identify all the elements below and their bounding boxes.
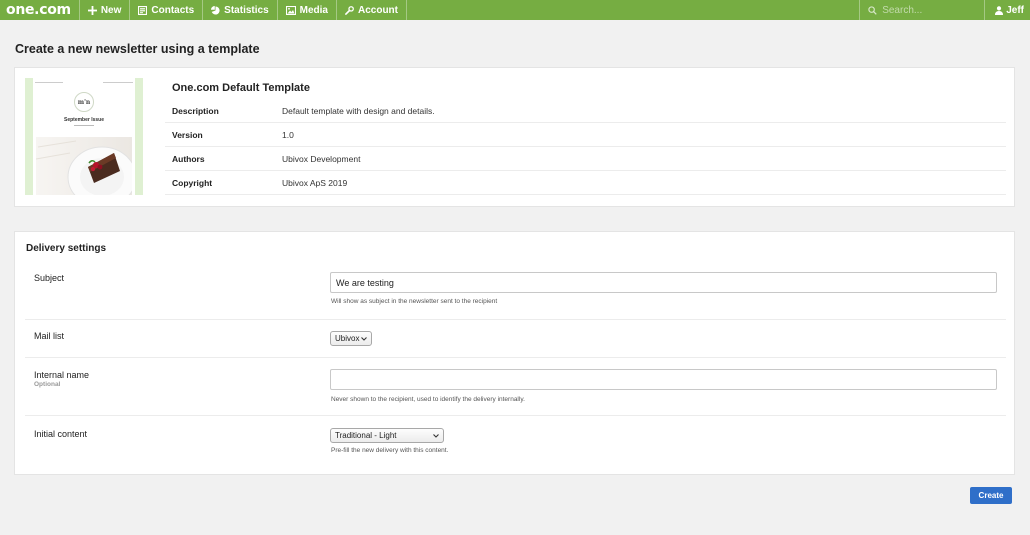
- chevron-down-icon: [433, 433, 439, 438]
- mail-list-label: Mail list: [34, 331, 65, 341]
- contacts-icon: [138, 5, 148, 15]
- template-thumbnail[interactable]: m'n September Issue: [25, 78, 143, 195]
- nav-item-media[interactable]: Media: [278, 0, 337, 20]
- nav-item-account[interactable]: Account: [337, 0, 407, 20]
- detail-key: Description: [172, 105, 219, 116]
- template-name: One.com Default Template: [172, 82, 310, 94]
- table-row: Copyright Ubivox ApS 2019: [165, 171, 1006, 195]
- wrench-icon: [345, 5, 354, 15]
- internal-name-optional: Optional: [34, 381, 61, 388]
- nav-item-label: Statistics: [224, 4, 269, 16]
- nav-item-new[interactable]: New: [80, 0, 131, 20]
- table-row: Description Default template with design…: [165, 99, 1006, 123]
- thumbnail-header-lines: [33, 78, 135, 85]
- nav-item-label: Contacts: [151, 4, 195, 16]
- detail-value: Default template with design and details…: [282, 105, 435, 116]
- subject-label: Subject: [34, 273, 65, 283]
- thumbnail-subtitle-line: [33, 124, 135, 127]
- initial-content-row: Initial content Traditional - Light Pre-…: [25, 416, 1006, 466]
- template-details-table: Description Default template with design…: [165, 99, 1006, 195]
- nav-item-label: Media: [299, 4, 328, 16]
- subject-help: Will show as subject in the newsletter s…: [331, 298, 498, 305]
- nav-item-contacts[interactable]: Contacts: [130, 0, 204, 20]
- detail-value: 1.0: [282, 129, 294, 140]
- top-nav: one.com New Contacts Statistics Media Ac…: [0, 0, 1030, 20]
- thumbnail-page: m'n September Issue: [33, 78, 137, 195]
- thumbnail-title: September Issue: [63, 117, 105, 123]
- nav-item-label: Account: [357, 4, 398, 16]
- user-name: Jeff: [1006, 4, 1024, 16]
- subject-input[interactable]: [330, 272, 997, 293]
- detail-key: Copyright: [172, 177, 213, 188]
- mail-list-selected: Ubivox: [335, 334, 360, 343]
- thumbnail-logo: m'n: [74, 92, 94, 112]
- nav-item-label: New: [100, 4, 122, 16]
- detail-value: Ubivox Development: [282, 153, 361, 164]
- thumbnail-cake-photo: [35, 137, 137, 195]
- initial-content-help: Pre-fill the new delivery with this cont…: [331, 447, 449, 454]
- initial-content-label: Initial content: [34, 429, 88, 439]
- detail-value: Ubivox ApS 2019: [282, 177, 348, 188]
- search-icon: [868, 5, 877, 15]
- user-menu[interactable]: Jeff: [985, 0, 1030, 20]
- template-card: m'n September Issue One.com Default Temp…: [14, 67, 1015, 207]
- table-row: Authors Ubivox Development: [165, 147, 1006, 171]
- create-button[interactable]: Create: [970, 487, 1012, 504]
- internal-name-label: Internal name: [34, 370, 90, 380]
- detail-key: Authors: [172, 153, 205, 164]
- initial-content-selected: Traditional - Light: [335, 431, 397, 440]
- table-row: Version 1.0: [165, 123, 1006, 147]
- page-title: Create a new newsletter using a template: [15, 42, 260, 56]
- image-icon: [285, 5, 296, 15]
- chevron-down-icon: [361, 336, 367, 341]
- delivery-settings-title: Delivery settings: [26, 243, 107, 254]
- plus-icon: [87, 5, 97, 15]
- pie-chart-icon: [211, 5, 220, 15]
- internal-name-input[interactable]: [330, 369, 997, 390]
- mail-list-row: Mail list Ubivox: [25, 320, 1006, 358]
- user-icon: [995, 5, 1004, 15]
- detail-key: Version: [172, 129, 203, 140]
- cake-plate-image: [35, 140, 137, 195]
- internal-name-help: Never shown to the recipient, used to id…: [331, 396, 525, 403]
- nav-item-statistics[interactable]: Statistics: [203, 0, 278, 20]
- initial-content-select[interactable]: Traditional - Light: [330, 428, 444, 443]
- search-input[interactable]: [882, 4, 973, 16]
- subject-row: Subject Will show as subject in the news…: [25, 264, 1006, 320]
- search-box[interactable]: [859, 0, 986, 20]
- internal-name-row: Internal name Optional Never shown to th…: [25, 358, 1006, 416]
- delivery-settings-card: Delivery settings Subject Will show as s…: [14, 231, 1015, 475]
- mail-list-select[interactable]: Ubivox: [330, 331, 372, 346]
- brand-logo[interactable]: one.com: [0, 0, 80, 20]
